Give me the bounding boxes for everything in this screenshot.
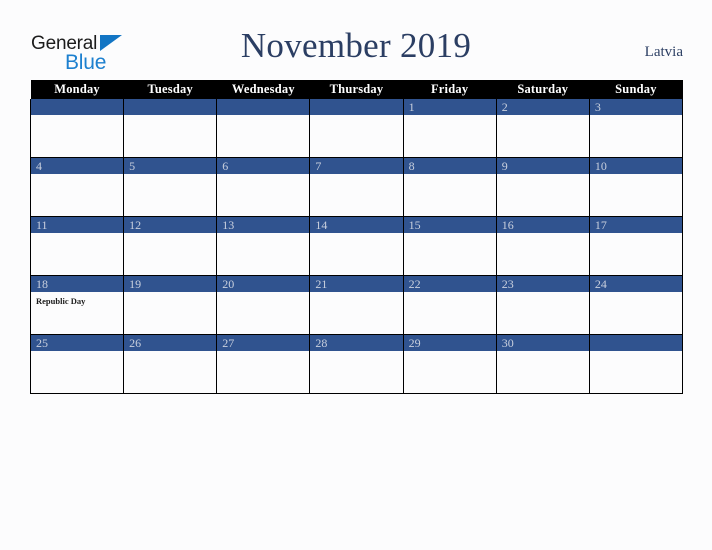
day-number: 24 (589, 276, 682, 292)
weekday-header-monday: Monday (30, 80, 124, 99)
day-number: 20 (217, 276, 310, 292)
day-number: 3 (589, 99, 682, 115)
calendar-day-cell[interactable]: 12 (123, 216, 218, 276)
weekday-header-wednesday: Wednesday (216, 80, 310, 99)
calendar-day-cell[interactable]: 26 (123, 334, 218, 394)
calendar-week-row: 25 26 27 28 29 30 (29, 334, 684, 394)
day-number: 15 (403, 217, 496, 233)
calendar-page: General Blue November 2019 Latvia Monday… (0, 0, 712, 550)
day-number: 5 (124, 158, 217, 174)
weekday-header-row: Monday Tuesday Wednesday Thursday Friday… (30, 80, 683, 99)
day-number: 16 (496, 217, 589, 233)
day-number: 6 (217, 158, 310, 174)
calendar-day-cell[interactable]: 1 (402, 99, 497, 158)
day-number: 18 (31, 276, 124, 292)
calendar-day-cell[interactable]: 9 (495, 157, 590, 217)
calendar-day-cell[interactable]: 10 (588, 157, 684, 217)
calendar-day-cell[interactable]: 22 (402, 275, 497, 335)
day-number: 22 (403, 276, 496, 292)
calendar-day-cell[interactable]: 29 (402, 334, 497, 394)
day-number: 29 (403, 335, 496, 351)
calendar-week-row: 11 12 13 14 15 16 17 (29, 216, 684, 276)
day-number: 4 (31, 158, 124, 174)
calendar-day-cell[interactable]: 30 (495, 334, 590, 394)
day-number: 25 (31, 335, 124, 351)
holiday-label: Republic Day (36, 296, 86, 306)
day-number: 8 (403, 158, 496, 174)
calendar-empty-cell (123, 99, 218, 158)
calendar-week-row: 4 5 6 7 8 9 10 (29, 157, 684, 217)
day-number: 12 (124, 217, 217, 233)
calendar-day-cell[interactable]: 6 (216, 157, 311, 217)
calendar-empty-cell (588, 334, 684, 394)
calendar-day-cell[interactable]: 7 (309, 157, 404, 217)
day-number: 17 (589, 217, 682, 233)
calendar-day-cell[interactable]: 17 (588, 216, 684, 276)
calendar-day-cell[interactable]: 4 (29, 157, 125, 217)
day-number (31, 99, 124, 115)
day-number: 2 (496, 99, 589, 115)
calendar-day-cell[interactable]: 18 Republic Day (29, 275, 125, 335)
weekday-header-saturday: Saturday (496, 80, 590, 99)
day-number (124, 99, 217, 115)
calendar-empty-cell (309, 99, 404, 158)
calendar-day-cell[interactable]: 28 (309, 334, 404, 394)
day-number: 21 (310, 276, 403, 292)
country-label: Latvia (644, 44, 683, 60)
day-number: 23 (496, 276, 589, 292)
calendar-day-cell[interactable]: 11 (29, 216, 125, 276)
day-number: 13 (217, 217, 310, 233)
calendar-day-cell[interactable]: 5 (123, 157, 218, 217)
calendar-grid: Monday Tuesday Wednesday Thursday Friday… (29, 80, 684, 394)
calendar-day-cell[interactable]: 23 (495, 275, 590, 335)
calendar-week-row: 123 (29, 99, 684, 158)
calendar-day-cell[interactable]: 24 (588, 275, 684, 335)
calendar-day-cell[interactable]: 3 (588, 99, 684, 158)
calendar-day-cell[interactable]: 15 (402, 216, 497, 276)
calendar-day-cell[interactable]: 13 (216, 216, 311, 276)
calendar-body: 1 2 3 4 5 6 7 8 9 10 11 12 13 14 15 16 17 18 Republic Day 1… (29, 99, 684, 394)
day-number (589, 335, 682, 351)
calendar-empty-cell (29, 99, 125, 158)
day-number: 11 (31, 217, 124, 233)
day-number: 28 (310, 335, 403, 351)
weekday-header-tuesday: Tuesday (123, 80, 217, 99)
day-number: 7 (310, 158, 403, 174)
day-number: 30 (496, 335, 589, 351)
calendar-day-cell[interactable]: 20 (216, 275, 311, 335)
day-number: 9 (496, 158, 589, 174)
calendar-day-cell[interactable]: 25 (29, 334, 125, 394)
weekday-header-sunday: Sunday (589, 80, 683, 99)
calendar-week-row: 18 Republic Day 19 20 21 22 23 24 (29, 275, 684, 335)
day-number: 26 (124, 335, 217, 351)
calendar-day-cell[interactable]: 21 (309, 275, 404, 335)
calendar-day-cell[interactable]: 2 (495, 99, 590, 158)
page-title: November 2019 (240, 26, 472, 65)
calendar-day-cell[interactable]: 19 (123, 275, 218, 335)
calendar-day-cell[interactable]: 27 (216, 334, 311, 394)
day-number: 14 (310, 217, 403, 233)
day-number: 1 (403, 99, 496, 115)
day-number: 27 (217, 335, 310, 351)
calendar-day-cell[interactable]: 8 (402, 157, 497, 217)
day-number: 19 (124, 276, 217, 292)
page-header: General Blue November 2019 Latvia (0, 0, 712, 80)
calendar-empty-cell (216, 99, 311, 158)
day-number (217, 99, 310, 115)
weekday-header-thursday: Thursday (309, 80, 404, 99)
calendar-day-cell[interactable]: 14 (309, 216, 404, 276)
calendar-day-cell[interactable]: 16 (495, 216, 590, 276)
day-number: 10 (589, 158, 682, 174)
weekday-header-friday: Friday (403, 80, 497, 99)
day-number (310, 99, 403, 115)
